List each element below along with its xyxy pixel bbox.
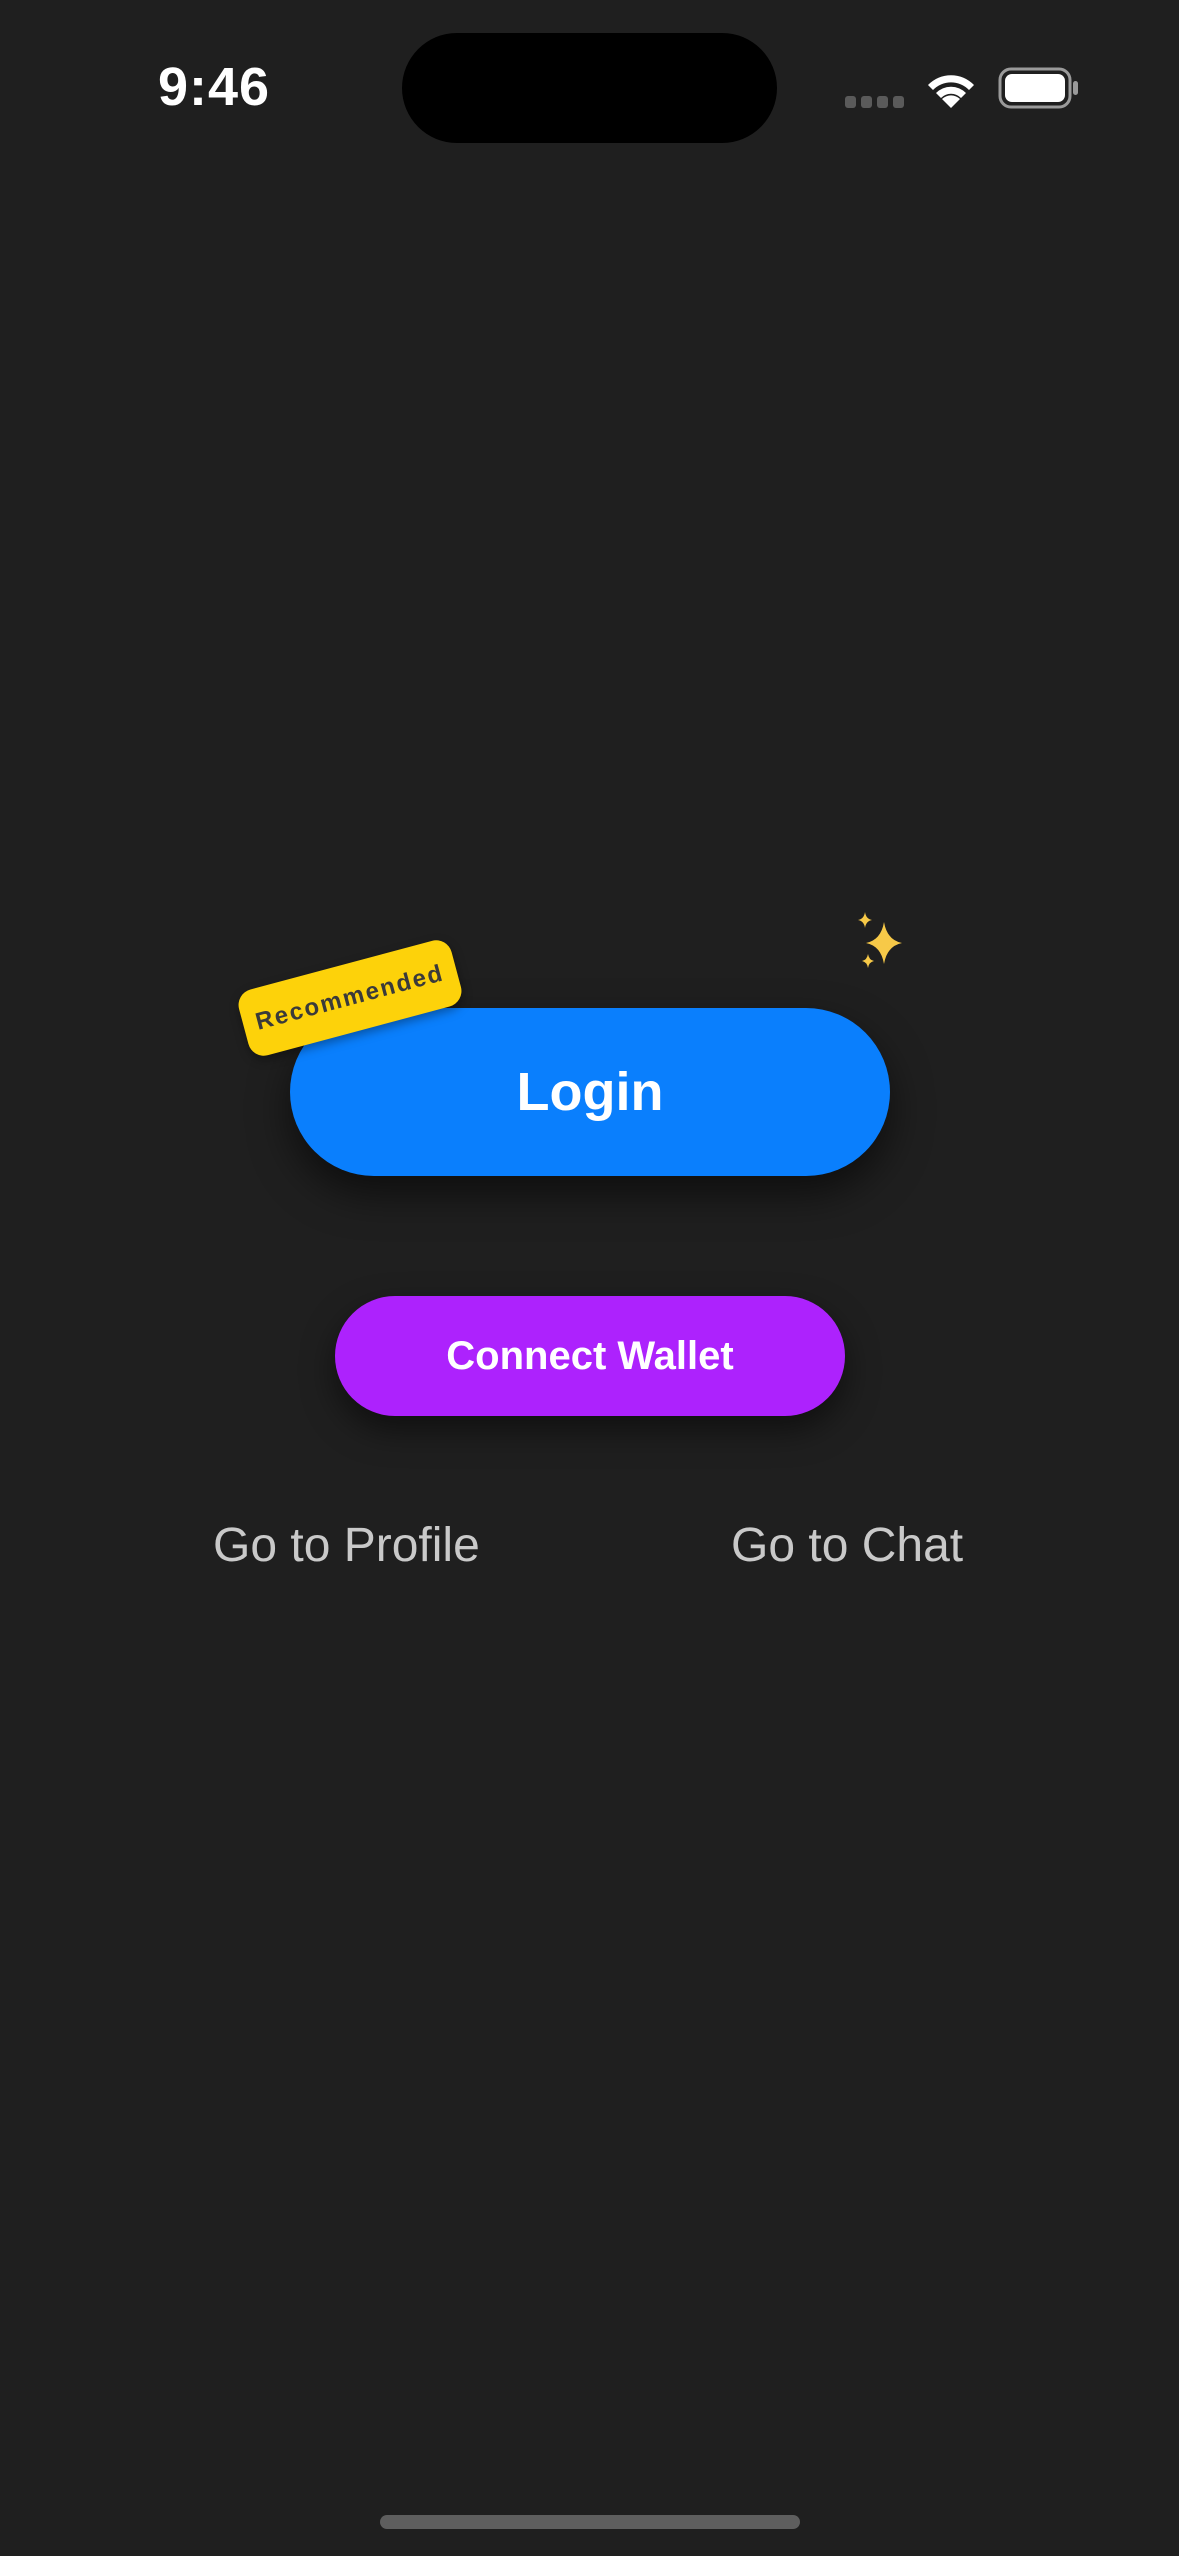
- dynamic-island: [402, 33, 777, 143]
- login-button[interactable]: Login: [290, 1008, 890, 1176]
- sparkles-icon: [858, 912, 902, 968]
- cellular-signal-icon: [845, 96, 904, 108]
- go-to-profile-link[interactable]: Go to Profile: [213, 1518, 480, 1573]
- wifi-icon: [928, 75, 974, 108]
- status-time: 9:46: [158, 57, 271, 117]
- home-indicator[interactable]: [380, 2515, 800, 2529]
- go-to-chat-link[interactable]: Go to Chat: [731, 1518, 963, 1573]
- connect-wallet-button[interactable]: Connect Wallet: [335, 1296, 845, 1416]
- status-bar: 9:46: [0, 0, 1179, 180]
- battery-icon: [998, 67, 1078, 109]
- connect-wallet-button-label: Connect Wallet: [446, 1333, 734, 1378]
- login-button-label: Login: [516, 1062, 664, 1122]
